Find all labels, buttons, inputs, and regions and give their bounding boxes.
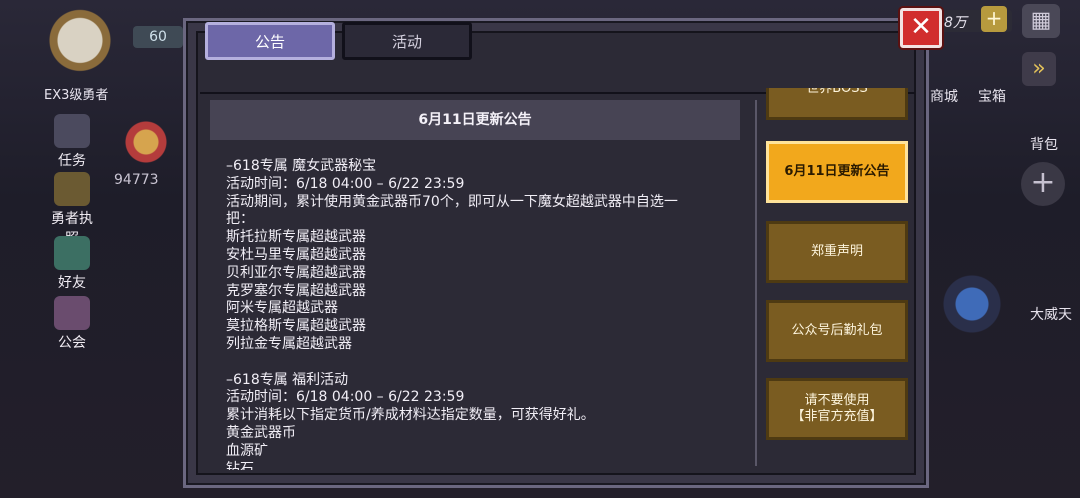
grid-icon[interactable]: ▦ [1022,4,1060,38]
sidebar-item-label: 公会 [58,335,86,351]
notice-list-item-update[interactable]: 6月11日更新公告 [766,141,908,203]
pet-sprite [118,118,174,166]
friends-icon [54,236,90,270]
license-icon [54,172,90,206]
scroll-icon [54,114,90,148]
notice-list-item-warning[interactable]: 请不要使用 【非官方充值】 [766,378,908,440]
notice-title: 6月11日更新公告 [210,100,740,140]
notice-line: 安杜马里专属超越武器 [226,246,366,263]
notice-line: 活动时间：6/18 04:00 – 6/22 23:59 [226,175,465,192]
notice-line: 血源矿 [226,442,268,459]
sidebar-item-label: 任务 [58,153,86,169]
tab-announcement[interactable]: 公告 [205,22,335,60]
notice-line: 累计消耗以下指定货币/养成材料达指定数量，可获得好礼。 [226,407,595,424]
boss-sprite[interactable] [942,256,1002,336]
bag-label[interactable]: 背包 [1030,134,1058,154]
chevron-right-icon[interactable]: » [1022,52,1056,86]
notice-body[interactable]: –618专属 魔女武器秘宝 活动时间：6/18 04:00 – 6/22 23:5… [226,158,746,470]
currency-amount: 8万 [944,15,967,31]
notice-list-item-world-boss[interactable]: 世界BOSS [766,88,908,120]
sidebar-item-tasks[interactable]: 任务 [48,114,96,170]
player-rank-title: EX3级勇者 [44,88,109,103]
plus-icon[interactable]: + [981,6,1007,32]
notice-line [226,354,746,372]
notice-line: 钻石 [226,460,254,470]
notice-list-item-statement[interactable]: 郑重声明 [766,221,908,283]
chest-label[interactable]: 宝箱 [978,86,1006,106]
notice-panel: 6月11日更新公告 –618专属 魔女武器秘宝 活动时间：6/18 04:00 –… [210,100,755,472]
combat-power: 94773 [114,172,159,188]
tab-events[interactable]: 活动 [342,22,472,60]
notice-line: 把： [226,211,254,228]
player-avatar[interactable] [40,8,120,80]
guild-icon [54,296,90,330]
notice-line: 黄金武器币 [226,424,296,441]
shop-label[interactable]: 商城 [930,86,958,106]
add-icon[interactable]: + [1021,162,1065,206]
panel-divider [755,100,757,466]
notice-list[interactable]: 世界BOSS 6月11日更新公告 郑重声明 公众号后勤礼包 请不要使用 【非官方… [766,88,908,466]
notice-list-item-gift-pack[interactable]: 公众号后勤礼包 [766,300,908,362]
sidebar-item-friends[interactable]: 好友 [48,236,96,292]
sidebar-item-label: 好友 [58,275,86,291]
notice-line: –618专属 福利活动 [226,371,349,388]
notice-line: 列拉金专属超越武器 [226,335,352,352]
notice-line: 贝利亚尔专属超越武器 [226,264,366,281]
player-level: 60 [133,26,183,48]
sidebar-item-guild[interactable]: 公会 [48,296,96,352]
notice-line: 活动期间，累计使用黄金武器币70个，即可从一下魔女超越武器中自选一 [226,193,678,210]
notice-line: –618专属 魔女武器秘宝 [226,158,377,174]
notice-line: 斯托拉斯专属超越武器 [226,229,366,246]
notice-line: 活动时间：6/18 04:00 – 6/22 23:59 [226,389,465,406]
notice-line: 阿米专属超越武器 [226,300,338,317]
notice-line: 克罗塞尔专属超越武器 [226,282,366,299]
close-icon: ✕ [910,12,932,42]
close-button[interactable]: ✕ [900,8,942,48]
boss-label: 大威天 [1030,307,1072,323]
notice-line: 莫拉格斯专属超越武器 [226,318,366,335]
